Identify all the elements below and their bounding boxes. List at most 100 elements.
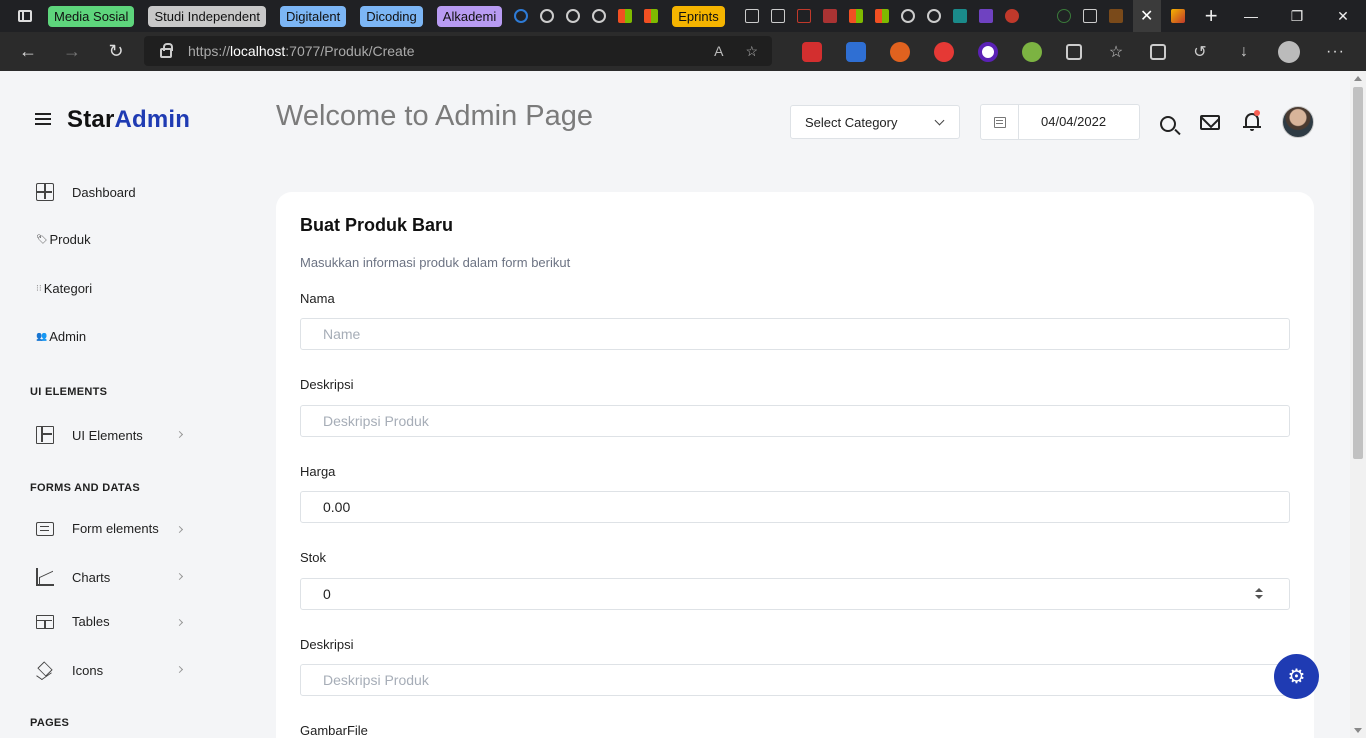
url-text[interactable]: https://localhost:7077/Produk/Create [188,43,415,59]
sidebar-item-charts[interactable]: Charts [36,568,110,586]
deskripsi-input[interactable]: Deskripsi Produk [300,405,1290,437]
app-tab-icon[interactable] [1170,9,1185,23]
opera-tab-icon[interactable] [1004,9,1019,23]
bootstrap-tab-icon[interactable] [978,9,993,23]
microsoft-tab-icon[interactable] [644,9,659,23]
history-icon[interactable]: ↺ [1190,42,1210,62]
pdf-tab-icon[interactable] [822,9,837,23]
stok-input[interactable]: 0 [300,578,1290,610]
dashboard-icon [36,183,54,201]
tab-group-eprints[interactable]: Eprints [672,5,725,27]
sidebar-item-label: Form elements [72,521,159,536]
lock-icon[interactable] [160,43,173,58]
users-icon: 👥 [36,331,48,341]
microsoft-tab-icon[interactable] [618,9,633,23]
number-spinner-icon[interactable] [1255,588,1263,600]
sidebar-item-label: Dashboard [72,184,136,200]
read-aloud-icon[interactable]: A [714,43,723,60]
sidebar-item-admin[interactable]: 👥 Admin [36,329,86,344]
deskripsi2-input[interactable]: Deskripsi Produk [300,664,1290,696]
ikc-tab-icon[interactable] [1031,9,1045,23]
document-tab-icon[interactable] [770,9,785,23]
github-tab-icon[interactable] [926,9,941,23]
microsoft-tab-icon[interactable] [848,9,863,23]
sidebar-item-form-elements[interactable]: Form elements [36,521,159,536]
category-select[interactable]: Select Category [790,105,960,139]
github-tab-icon[interactable] [900,9,915,23]
section-ui-elements: UI ELEMENTS [30,386,108,398]
extension-icon[interactable] [890,41,910,62]
tab-favicon-icon[interactable] [514,9,529,23]
sidebar-item-label: Admin [49,329,87,344]
tab-group-digitalent[interactable]: Digitalent [279,5,347,27]
active-tab-close-icon[interactable]: ✕ [1132,0,1161,32]
favorite-add-icon[interactable]: ☆ [745,43,758,60]
app-tab-icon[interactable] [1108,9,1123,23]
tab-group-alkademi[interactable]: Alkademi [436,5,503,27]
close-window-icon[interactable]: ✕ [1320,0,1366,32]
date-value[interactable]: 04/04/2022 [1019,105,1106,139]
calendar-button[interactable] [981,105,1019,139]
sidebar-item-tables[interactable]: Tables [36,614,110,629]
translate-extension-icon[interactable] [846,41,866,62]
notification-bell-icon[interactable] [1243,110,1261,131]
app-tab-icon[interactable] [1056,9,1071,23]
more-menu-icon[interactable]: ··· [1326,43,1345,61]
document-tab-icon[interactable] [1082,9,1097,23]
scroll-up-icon[interactable] [1354,76,1362,81]
app-tab-icon[interactable] [952,9,967,23]
tab-group-media-sosial[interactable]: Media Sosial [48,5,135,27]
date-picker[interactable]: 04/04/2022 [980,104,1140,140]
mendeley-extension-icon[interactable] [802,41,822,62]
table-icon [36,614,54,629]
page-scrollbar[interactable] [1350,71,1366,738]
extension-icon[interactable] [978,41,998,62]
github-tab-icon[interactable] [540,9,555,23]
tab-group-dicoding[interactable]: Dicoding [360,5,423,27]
forward-icon[interactable]: → [50,32,94,71]
reload-icon[interactable]: ↻ [94,32,138,71]
menu-toggle-icon[interactable] [35,113,51,125]
settings-gear-icon[interactable]: ⚙ [1274,654,1319,699]
microsoft-tab-icon[interactable] [874,9,889,23]
search-icon[interactable] [1160,116,1176,132]
browser-profile-avatar[interactable] [1278,40,1300,63]
new-tab-icon[interactable]: + [1205,3,1218,29]
github-tab-icon[interactable] [566,9,581,23]
sidebar-item-icons[interactable]: Icons [36,661,103,679]
mail-icon[interactable] [1200,115,1220,130]
sidebar-item-label: Produk [49,232,91,247]
url-field[interactable]: https://localhost:7077/Produk/Create A ☆ [144,36,772,66]
scroll-thumb[interactable] [1353,87,1363,459]
sidebar-item-ui-elements[interactable]: UI Elements [36,426,143,444]
minimize-icon[interactable]: — [1228,0,1274,32]
sidebar-item-dashboard[interactable]: Dashboard [36,183,136,201]
chevron-right-icon [175,665,184,674]
downloads-icon[interactable]: ↓ [1234,42,1254,62]
github-tab-icon[interactable] [592,9,607,23]
tab-actions-icon[interactable] [18,10,32,22]
pdf-tab-icon[interactable] [796,9,811,23]
grid-dots-icon: ⁝⁝ [36,283,42,293]
extensions-puzzle-icon[interactable] [1066,43,1082,60]
user-avatar[interactable] [1282,106,1314,138]
favorites-icon[interactable]: ☆ [1106,42,1126,62]
chart-line-icon [36,568,54,586]
scroll-down-icon[interactable] [1354,728,1362,733]
brand-logo[interactable]: StarAdmin [67,106,190,134]
document-tab-icon[interactable] [744,9,759,23]
chevron-down-icon [934,115,945,126]
restore-icon[interactable]: ❐ [1274,0,1320,32]
harga-input[interactable]: 0.00 [300,491,1290,523]
section-pages: PAGES [30,717,70,729]
tab-group-studi-independent[interactable]: Studi Independent [148,5,266,27]
adblock-extension-icon[interactable] [934,41,954,62]
section-forms-and-datas: FORMS AND DATAS [30,482,141,494]
sidebar-item-produk[interactable]: 🏷 Produk [36,232,91,247]
back-icon[interactable]: ← [6,32,50,71]
extension-icon[interactable] [1022,41,1042,62]
chevron-right-icon [175,572,184,581]
nama-input[interactable]: Name [300,318,1290,350]
sidebar-item-kategori[interactable]: ⁝⁝ Kategori [36,281,92,296]
collections-icon[interactable] [1150,43,1166,60]
